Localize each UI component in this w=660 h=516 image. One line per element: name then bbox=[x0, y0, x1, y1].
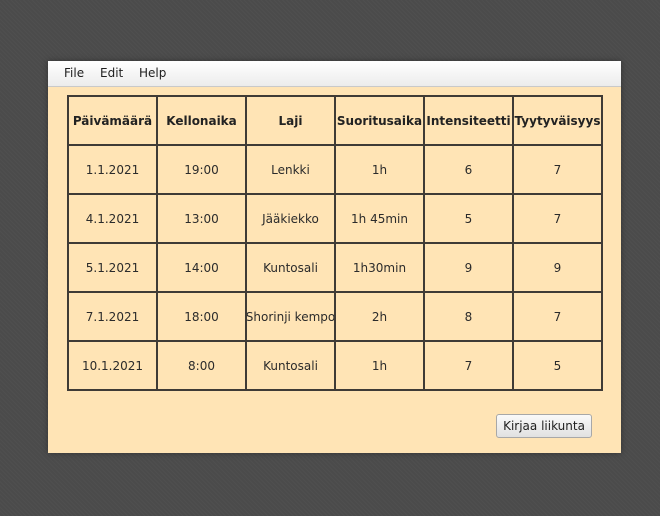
table-cell-intensity: 9 bbox=[425, 244, 514, 293]
table-cell-satisfaction: 7 bbox=[514, 195, 603, 244]
table-cell-sport: Kuntosali bbox=[247, 244, 336, 293]
table-cell-intensity: 6 bbox=[425, 146, 514, 195]
table-cell-sport: Jääkiekko bbox=[247, 195, 336, 244]
table-cell-date: 1.1.2021 bbox=[69, 146, 158, 195]
table-cell-satisfaction: 9 bbox=[514, 244, 603, 293]
column-header-satisfaction: Tyytyväisyys bbox=[514, 97, 603, 146]
table-cell-intensity: 8 bbox=[425, 293, 514, 342]
table-cell-date: 4.1.2021 bbox=[69, 195, 158, 244]
column-header-duration: Suoritusaika bbox=[336, 97, 425, 146]
table-cell-satisfaction: 7 bbox=[514, 293, 603, 342]
table-cell-sport: Kuntosali bbox=[247, 342, 336, 391]
menu-bar: File Edit Help bbox=[48, 61, 621, 87]
log-exercise-button[interactable]: Kirjaa liikunta bbox=[496, 414, 592, 438]
table-cell-sport: Lenkki bbox=[247, 146, 336, 195]
table-cell-time: 18:00 bbox=[158, 293, 247, 342]
app-window: File Edit Help Päivämäärä Kellonaika Laj… bbox=[48, 61, 621, 453]
exercise-table: Päivämäärä Kellonaika Laji Suoritusaika … bbox=[67, 95, 603, 391]
menu-help[interactable]: Help bbox=[139, 66, 166, 81]
table-cell-duration: 1h 45min bbox=[336, 195, 425, 244]
table-cell-duration: 1h bbox=[336, 146, 425, 195]
table-cell-satisfaction: 7 bbox=[514, 146, 603, 195]
table-cell-intensity: 7 bbox=[425, 342, 514, 391]
table-cell-duration: 2h bbox=[336, 293, 425, 342]
menu-edit[interactable]: Edit bbox=[100, 66, 123, 81]
menu-file[interactable]: File bbox=[64, 66, 84, 81]
table-cell-time: 13:00 bbox=[158, 195, 247, 244]
table-cell-duration: 1h30min bbox=[336, 244, 425, 293]
table-cell-date: 10.1.2021 bbox=[69, 342, 158, 391]
column-header-date: Päivämäärä bbox=[69, 97, 158, 146]
table-cell-time: 14:00 bbox=[158, 244, 247, 293]
column-header-time: Kellonaika bbox=[158, 97, 247, 146]
table-cell-satisfaction: 5 bbox=[514, 342, 603, 391]
table-cell-date: 7.1.2021 bbox=[69, 293, 158, 342]
table-cell-duration: 1h bbox=[336, 342, 425, 391]
table-cell-time: 19:00 bbox=[158, 146, 247, 195]
table-cell-intensity: 5 bbox=[425, 195, 514, 244]
table-cell-time: 8:00 bbox=[158, 342, 247, 391]
table-cell-sport: Shorinji kempo bbox=[247, 293, 336, 342]
table-cell-date: 5.1.2021 bbox=[69, 244, 158, 293]
column-header-intensity: Intensiteetti bbox=[425, 97, 514, 146]
column-header-sport: Laji bbox=[247, 97, 336, 146]
